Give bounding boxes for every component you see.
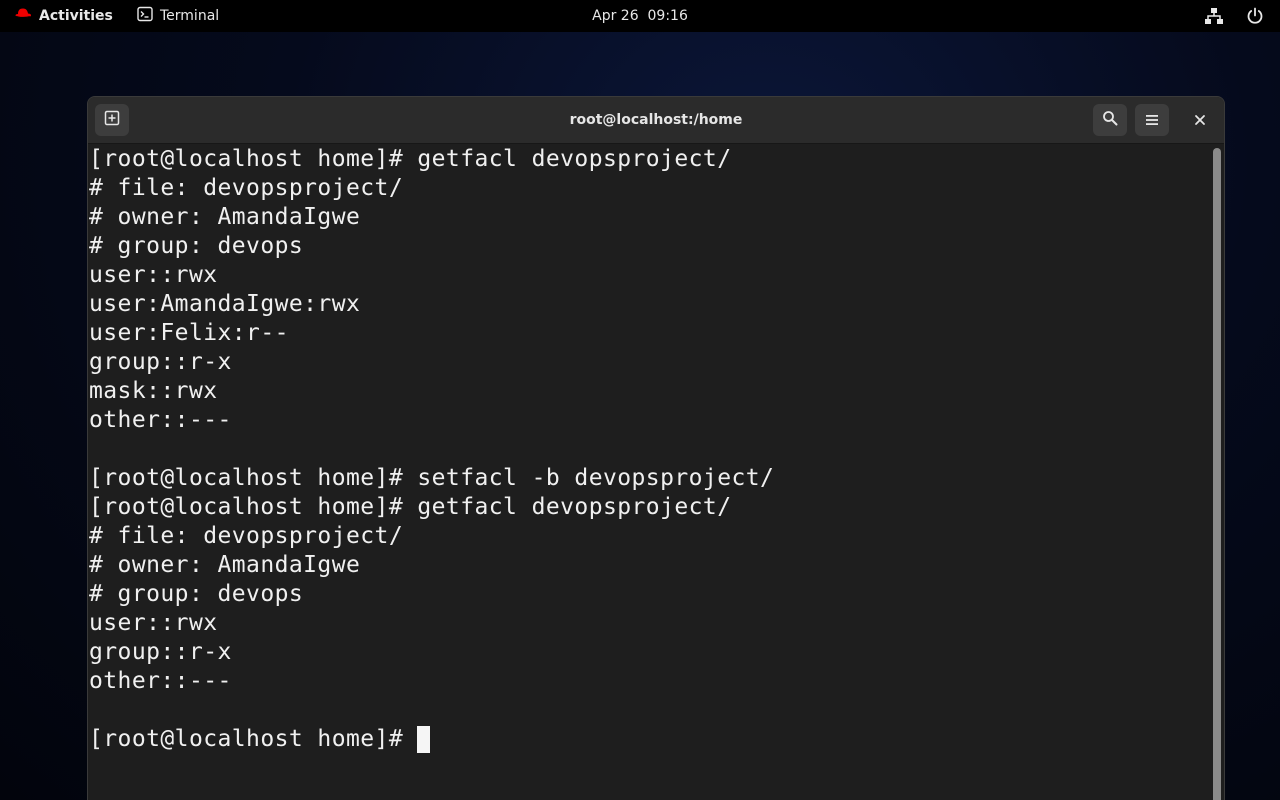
terminal-line: mask::rwx <box>89 378 218 404</box>
window-title: root@localhost:/home <box>569 112 743 128</box>
app-menu-label: Terminal <box>160 8 220 24</box>
main-menu-button[interactable] <box>1135 104 1169 136</box>
hamburger-menu-icon <box>1145 111 1159 130</box>
terminal-prompt-line: [root@localhost home]# <box>89 725 774 754</box>
clock-label: Apr 26 09:16 <box>592 8 688 24</box>
terminal-line: group::r-x <box>89 349 232 375</box>
terminal-line: # owner: AmandaIgwe <box>89 204 361 230</box>
terminal-line: # file: devopsproject/ <box>89 523 404 549</box>
activities-label: Activities <box>39 8 113 24</box>
terminal-line: user::rwx <box>89 610 218 636</box>
terminal-line: user:Felix:r-- <box>89 320 289 346</box>
search-icon <box>1102 110 1118 130</box>
terminal-line: # group: devops <box>89 581 304 607</box>
close-icon <box>1194 111 1206 130</box>
new-tab-button[interactable] <box>95 104 129 136</box>
terminal-scrollbar[interactable] <box>1210 144 1224 800</box>
terminal-line: # owner: AmandaIgwe <box>89 552 361 578</box>
redhat-logo-icon <box>14 7 32 25</box>
terminal-line: # file: devopsproject/ <box>89 175 404 201</box>
terminal-line: [root@localhost home]# getfacl devopspro… <box>89 494 732 520</box>
desktop-background: Activities Terminal Apr 26 09:16 root@lo… <box>0 0 1280 800</box>
network-icon[interactable] <box>1204 7 1224 25</box>
terminal-prompt: [root@localhost home]# <box>89 726 418 752</box>
clock-button[interactable]: Apr 26 09:16 <box>540 0 740 32</box>
app-menu-button[interactable]: Terminal <box>137 0 219 32</box>
terminal-line: [root@localhost home]# setfacl -b devops… <box>89 465 775 491</box>
terminal-line: other::--- <box>89 668 232 694</box>
terminal-line: other::--- <box>89 407 232 433</box>
activities-button[interactable]: Activities <box>14 0 113 32</box>
terminal-line: # group: devops <box>89 233 304 259</box>
terminal-lines: [root@localhost home]# getfacl devopspro… <box>89 145 774 754</box>
terminal-line: [root@localhost home]# getfacl devopspro… <box>89 146 732 172</box>
close-button[interactable] <box>1183 104 1217 136</box>
terminal-output[interactable]: [root@localhost home]# getfacl devopspro… <box>88 144 1210 800</box>
search-button[interactable] <box>1093 104 1127 136</box>
header-bar: root@localhost:/home <box>88 97 1224 144</box>
text-cursor <box>417 726 431 753</box>
top-bar: Activities Terminal Apr 26 09:16 <box>0 0 1280 32</box>
terminal-line: user::rwx <box>89 262 218 288</box>
terminal-icon <box>137 6 153 26</box>
terminal-line: user:AmandaIgwe:rwx <box>89 291 361 317</box>
scrollbar-thumb[interactable] <box>1213 148 1221 800</box>
terminal-window: root@localhost:/home [root@localhost hom… <box>87 96 1225 800</box>
terminal-line: group::r-x <box>89 639 232 665</box>
new-tab-icon <box>104 110 120 130</box>
power-icon[interactable] <box>1245 6 1265 26</box>
